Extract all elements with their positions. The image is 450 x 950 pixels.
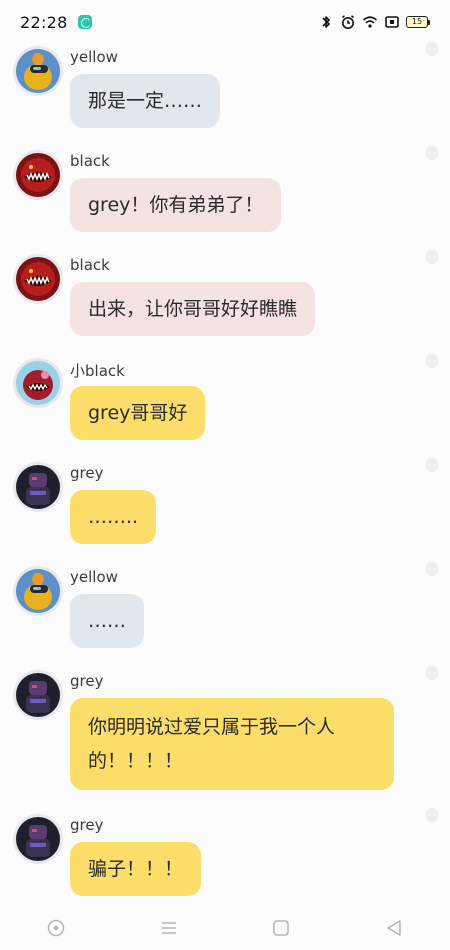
message-bubble[interactable]: 你明明说过爱只属于我一个人的！！！！ [70, 698, 394, 790]
menu-icon[interactable] [158, 917, 180, 939]
read-indicator [425, 354, 439, 368]
sender-name: grey [70, 464, 104, 482]
sender-name: black [70, 256, 110, 274]
sender-name: grey [70, 672, 104, 690]
read-indicator [425, 458, 439, 472]
small-black-avatar[interactable] [13, 358, 63, 408]
message-bubble[interactable]: …….. [70, 490, 157, 544]
message-bubble[interactable]: 出来，让你哥哥好好瞧瞧 [70, 282, 316, 336]
assistant-icon[interactable] [45, 917, 67, 939]
read-indicator [425, 666, 439, 680]
sender-name: black [70, 152, 110, 170]
read-indicator [425, 42, 439, 56]
black-monster-avatar[interactable] [13, 150, 63, 200]
read-indicator [425, 808, 439, 822]
back-icon[interactable] [383, 917, 405, 939]
read-indicator [425, 250, 439, 264]
message-bubble[interactable]: 骗子！！！ [70, 842, 202, 896]
grey-avatar[interactable] [13, 462, 63, 512]
read-indicator [425, 562, 439, 576]
sender-name: yellow [70, 568, 118, 586]
navigation-bar [0, 905, 450, 950]
message-bubble[interactable]: grey！你有弟弟了！ [70, 178, 282, 232]
sender-name: yellow [70, 48, 118, 66]
sender-name: 小black [70, 362, 125, 380]
home-icon[interactable] [270, 917, 292, 939]
grey-avatar[interactable] [13, 814, 63, 864]
message-bubble[interactable]: grey哥哥好 [70, 386, 206, 440]
message-bubble[interactable]: 那是一定…… [70, 74, 221, 128]
grey-avatar[interactable] [13, 670, 63, 720]
chat-list[interactable]: yellow 那是一定…… black grey！你有弟弟了！ black 出来… [0, 0, 450, 905]
sender-name: grey [70, 816, 104, 834]
read-indicator [425, 146, 439, 160]
message-bubble[interactable]: …… [70, 594, 144, 648]
black-monster-avatar[interactable] [13, 254, 63, 304]
yellow-crewmate-avatar[interactable] [13, 46, 63, 96]
yellow-crewmate-avatar[interactable] [13, 566, 63, 616]
